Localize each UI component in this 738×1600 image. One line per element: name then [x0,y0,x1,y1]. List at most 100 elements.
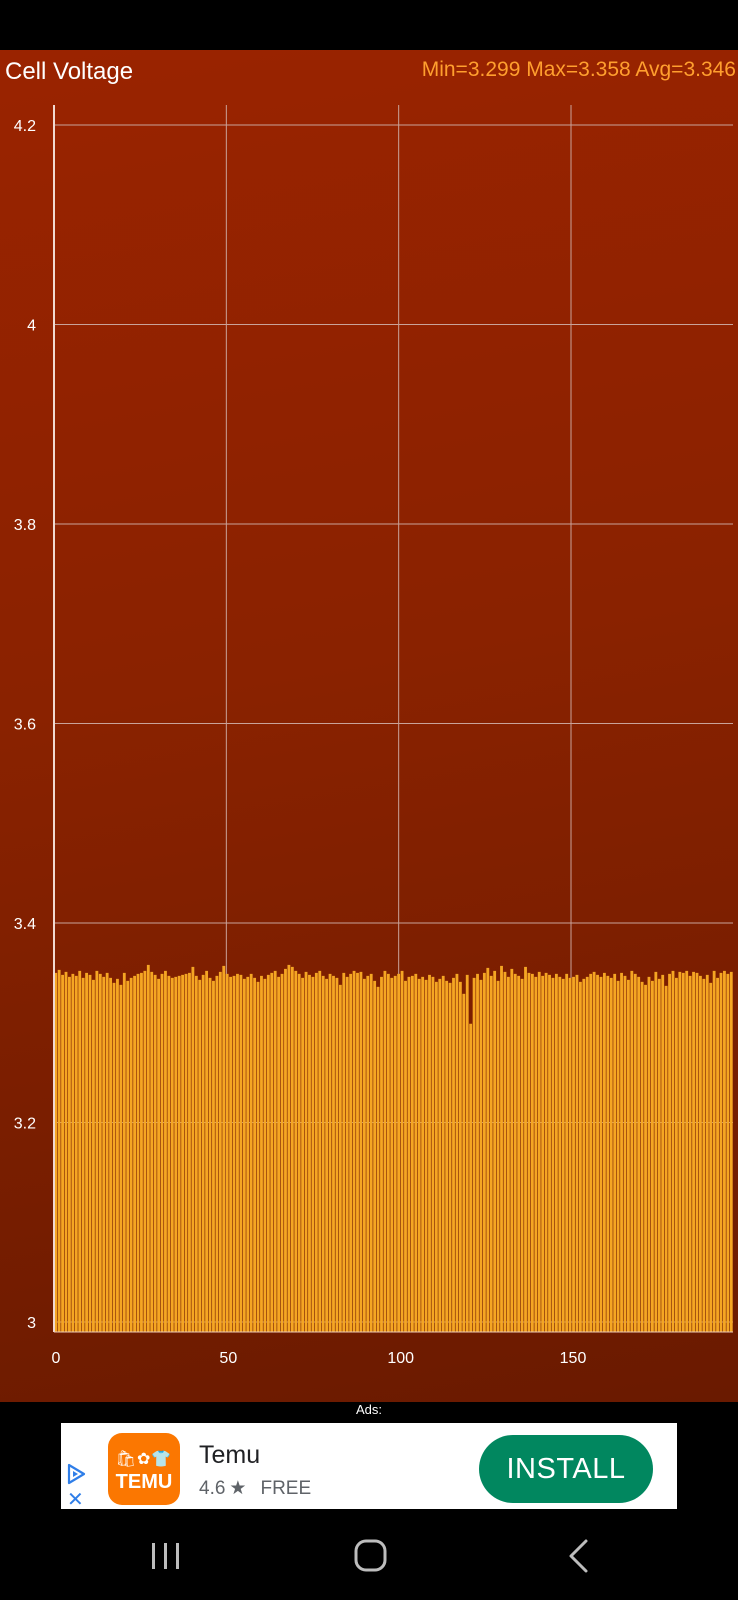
bar [328,973,332,1332]
bar [335,977,339,1332]
bar [517,975,521,1332]
bar [578,981,582,1332]
bar [57,969,61,1332]
temu-logo: 🛍✿👕 TEMU [108,1433,180,1505]
bar [664,985,668,1332]
bar [362,978,366,1332]
bar [397,973,401,1332]
bar [551,977,555,1332]
bar [74,975,78,1332]
bar [702,978,706,1332]
bar [496,980,500,1332]
bar [167,975,171,1332]
bar [236,973,239,1332]
bar [726,973,730,1332]
bar [654,971,658,1332]
bar [513,973,517,1332]
bar [177,975,181,1332]
ad-app-name: Temu [199,1441,261,1469]
bar [61,974,64,1332]
bar [321,975,325,1332]
bar [623,975,627,1332]
bar [205,970,209,1332]
bar [568,977,572,1332]
bar [270,972,274,1332]
bar [630,970,634,1332]
bar [657,978,661,1332]
bar [404,980,407,1332]
bar [308,974,311,1332]
bar [527,972,531,1332]
bar [98,973,102,1332]
bar [438,978,442,1332]
bar [609,977,613,1332]
bar [647,976,651,1332]
y-tick-label: 4.2 [14,118,36,135]
bar [280,973,284,1332]
bar [729,971,733,1332]
bar [493,970,497,1332]
bar [678,971,682,1332]
bar [548,974,551,1332]
bar [695,972,699,1332]
bar [356,972,359,1332]
bar [102,976,106,1332]
bars-layer [54,964,733,1332]
bar [431,976,435,1332]
bar [191,966,195,1332]
bar [390,977,394,1332]
recent-apps-icon[interactable] [111,1509,221,1600]
bar [277,976,281,1332]
bar [208,977,212,1332]
bar [64,971,68,1332]
bar [723,970,726,1332]
x-tick-label: 50 [219,1350,237,1367]
chart-screen: 3 3.2 3.4 3.6 3.8 4 4.2 0 50 100 150 Cell Voltage … [0,50,738,1402]
bar [266,974,270,1332]
bar [458,981,462,1332]
bar [520,978,524,1332]
bar [352,970,356,1332]
bar [232,975,236,1332]
bar [661,974,665,1332]
bar [71,973,75,1332]
bar [112,982,116,1332]
bar [575,974,579,1332]
bar [582,978,586,1332]
bar [589,973,593,1332]
bar [465,974,469,1332]
bar [85,972,88,1332]
bar [650,980,654,1332]
star-icon: ★ [229,1478,247,1499]
bar [184,973,188,1332]
bar [692,971,695,1332]
bar [95,970,99,1332]
bar [287,964,291,1332]
bar [640,981,644,1332]
ad-choices-icon[interactable] [65,1463,87,1485]
bar [561,978,565,1332]
back-icon[interactable] [523,1509,633,1600]
bar [164,970,167,1332]
bar [376,986,380,1332]
bar [311,976,315,1332]
x-tick-label: 100 [387,1350,414,1367]
bar [369,973,373,1332]
bar [119,984,123,1332]
bar [284,968,287,1332]
bar [249,973,253,1332]
bar [342,972,346,1332]
home-icon[interactable] [316,1509,426,1600]
bar [338,984,342,1332]
bar [626,979,630,1332]
close-icon[interactable]: ✕ [67,1490,84,1510]
chart-title: Cell Voltage [5,58,134,85]
install-button[interactable]: INSTALL [479,1435,653,1503]
bar [129,977,133,1332]
bar [400,970,404,1332]
ad-banner[interactable]: ✕ 🛍✿👕 TEMU Temu 4.6 ★ FREE INSTALL [61,1423,677,1510]
bar [486,967,490,1332]
bar [441,975,445,1332]
bar [229,976,233,1332]
bar [157,978,161,1332]
